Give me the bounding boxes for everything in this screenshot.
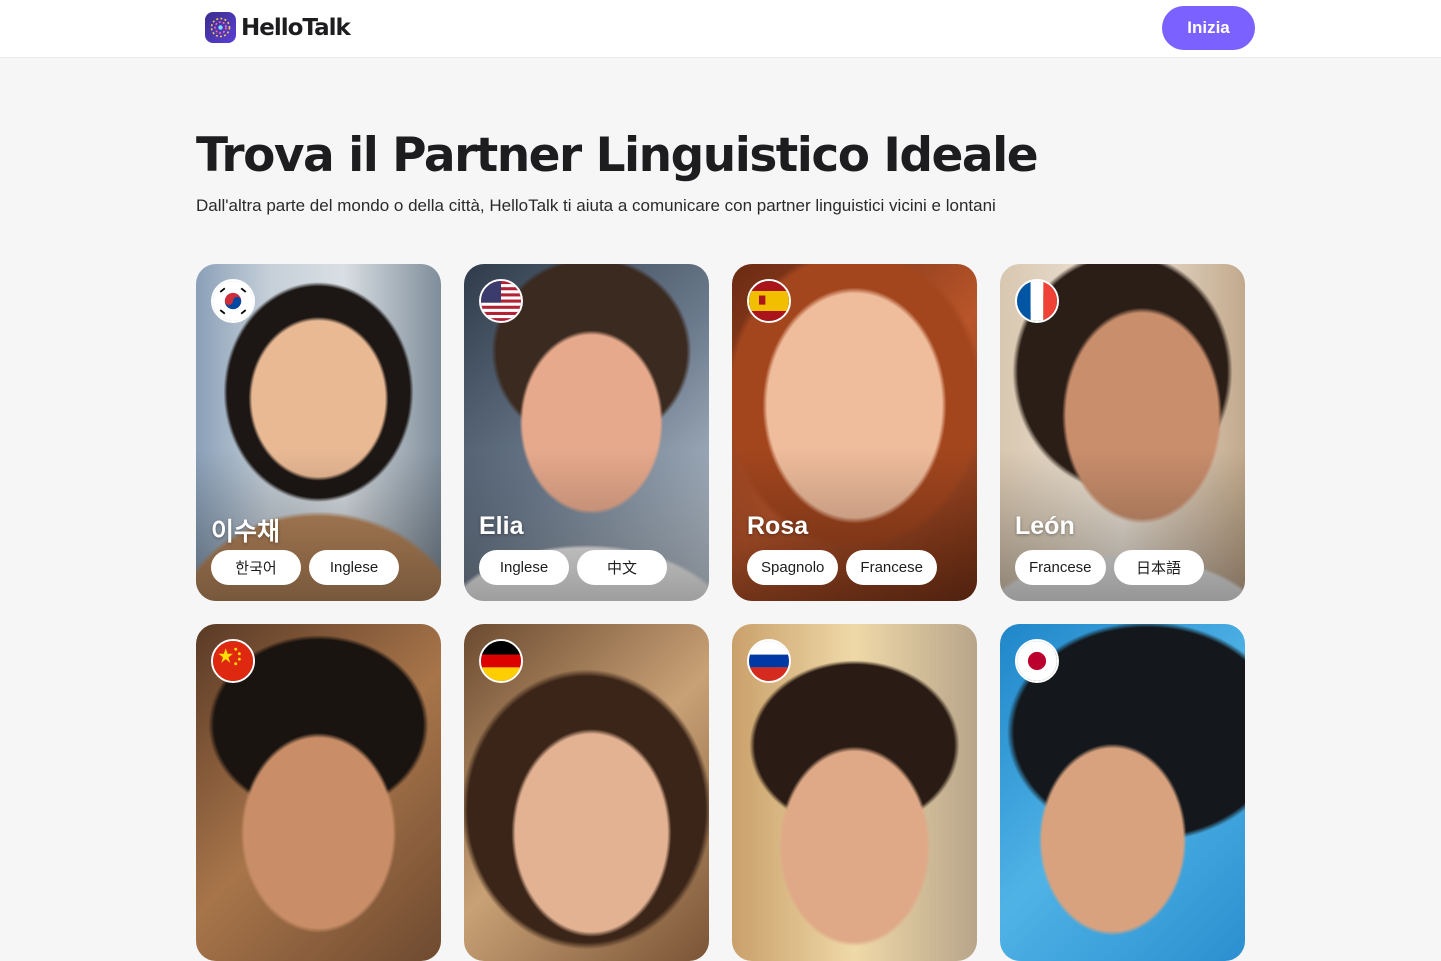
spain-flag-icon [747,279,791,323]
partner-name: 이수채 [211,518,281,546]
partner-name: Elia [479,512,524,540]
site-header: HelloTalk Inizia [0,0,1441,58]
language-tags: 한국어 Inglese [211,550,399,585]
language-tag: Inglese [309,550,399,585]
language-tags: Francese 日本語 [1015,550,1204,585]
logo-text: HelloTalk [241,14,351,41]
language-tag: 中文 [577,550,667,585]
start-button[interactable]: Inizia [1162,6,1255,50]
partner-card[interactable]: 이수채 한국어 Inglese [196,264,441,601]
partner-card[interactable]: Rosa Spagnolo Francese [732,264,977,601]
usa-flag-icon [479,279,523,323]
language-tag: 日本語 [1113,550,1204,585]
page-subtitle: Dall'altra parte del mondo o della città… [196,196,996,215]
partner-name: León [1015,512,1075,540]
russia-flag-icon [747,639,791,683]
partner-card[interactable] [464,624,709,961]
partner-card[interactable]: León Francese 日本語 [1000,264,1245,601]
language-tags: Inglese 中文 [479,550,667,585]
partner-card[interactable]: Elia Inglese 中文 [464,264,709,601]
hellotalk-logo[interactable]: HelloTalk [205,12,351,43]
hellotalk-logo-icon [205,12,236,43]
language-tag: Francese [846,550,937,585]
france-flag-icon [1015,279,1059,323]
japan-flag-icon [1015,639,1059,683]
page-title: Trova il Partner Linguistico Ideale [196,128,1039,183]
china-flag-icon [211,639,255,683]
language-tag: 한국어 [211,550,301,585]
language-tag: Francese [1015,550,1106,585]
partner-card[interactable] [1000,624,1245,961]
language-tags: Spagnolo Francese [747,550,937,585]
partner-grid: 이수채 한국어 Inglese Elia Inglese 中文 Rosa Spa… [196,264,1246,961]
partner-card[interactable] [196,624,441,961]
south-korea-flag-icon [211,279,255,323]
germany-flag-icon [479,639,523,683]
language-tag: Spagnolo [747,550,839,585]
partner-card[interactable] [732,624,977,961]
language-tag: Inglese [479,550,569,585]
partner-name: Rosa [747,512,809,540]
